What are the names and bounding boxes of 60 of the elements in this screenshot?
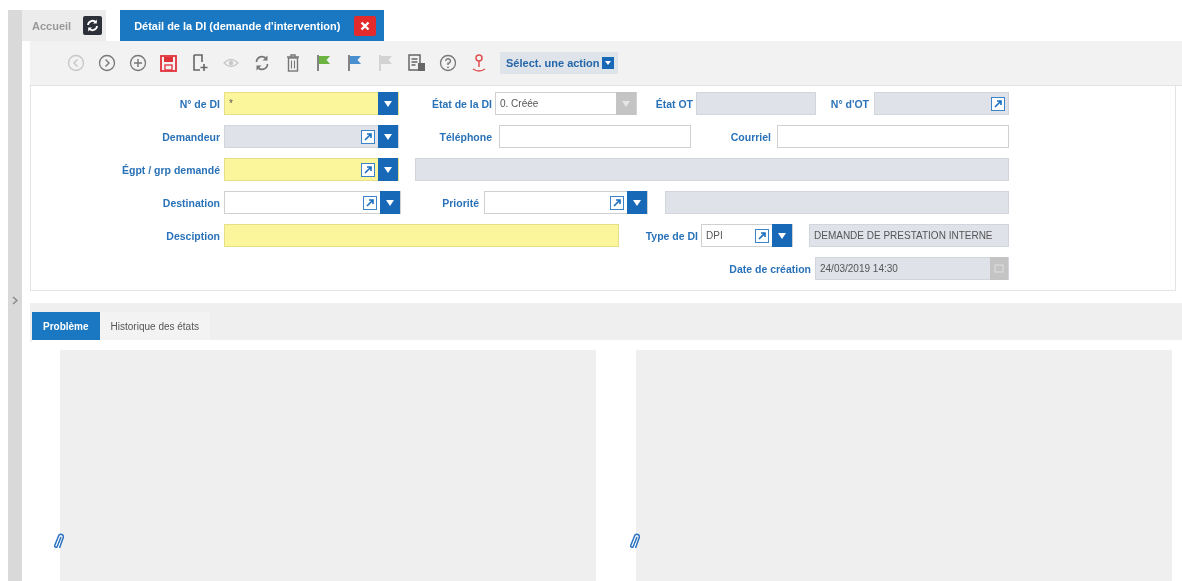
dropdown-button[interactable] bbox=[627, 191, 647, 214]
field-label: Courriel bbox=[729, 130, 771, 143]
input-field[interactable] bbox=[415, 158, 1009, 181]
paperclip-icon[interactable] bbox=[54, 533, 64, 551]
tab[interactable]: Historique des états bbox=[99, 312, 210, 340]
tab[interactable]: Problème bbox=[32, 312, 100, 340]
paperclip-icon[interactable] bbox=[630, 533, 640, 551]
save-icon[interactable] bbox=[160, 54, 177, 72]
field-label: État de la DI bbox=[430, 97, 492, 110]
input-field[interactable]: DPI bbox=[701, 224, 793, 247]
field-label: N° d'OT bbox=[829, 97, 869, 110]
field-label: Égpt / grp demandé bbox=[121, 163, 220, 176]
caret-icon bbox=[601, 57, 614, 69]
input-field[interactable] bbox=[224, 158, 399, 181]
input-field[interactable]: DEMANDE DE PRESTATION INTERNE bbox=[809, 224, 1009, 247]
help-icon[interactable] bbox=[438, 54, 457, 72]
flag-icon[interactable] bbox=[346, 54, 363, 72]
dropdown-button[interactable] bbox=[378, 158, 398, 181]
next-icon[interactable] bbox=[97, 54, 116, 72]
field-label: Téléphone bbox=[438, 130, 492, 143]
field-label: Demandeur bbox=[161, 130, 220, 143]
input-field[interactable] bbox=[665, 191, 1009, 214]
input-field[interactable] bbox=[696, 92, 816, 115]
open-link-icon[interactable] bbox=[363, 195, 377, 210]
dropdown-button[interactable] bbox=[380, 191, 400, 214]
dropdown-button[interactable] bbox=[378, 92, 398, 115]
close-icon[interactable] bbox=[354, 15, 377, 36]
input-field[interactable]: 24/03/2019 14:30 bbox=[815, 257, 1009, 280]
open-link-icon[interactable] bbox=[991, 96, 1005, 111]
field-label: Date de création bbox=[728, 262, 811, 275]
field-label: État OT bbox=[654, 97, 693, 110]
open-link-icon[interactable] bbox=[755, 228, 769, 243]
dropdown-button[interactable] bbox=[772, 224, 792, 247]
input-field[interactable]: * bbox=[224, 92, 399, 115]
input-field[interactable]: 0. Créée bbox=[495, 92, 637, 115]
add-icon[interactable] bbox=[128, 54, 147, 72]
input-field[interactable] bbox=[777, 125, 1009, 148]
flag-icon[interactable] bbox=[315, 54, 332, 72]
field-label: Desciption bbox=[165, 229, 220, 242]
document-plus-icon[interactable] bbox=[190, 54, 209, 72]
input-field[interactable] bbox=[499, 125, 691, 148]
refresh-icon[interactable] bbox=[83, 16, 103, 35]
trash-icon[interactable] bbox=[285, 54, 300, 72]
tab[interactable]: Détail de la DI (demande d'intervention) bbox=[120, 10, 385, 41]
input-field[interactable] bbox=[224, 125, 399, 148]
open-link-icon[interactable] bbox=[361, 129, 375, 144]
report-icon[interactable] bbox=[407, 54, 426, 72]
field-label: Type de DI bbox=[644, 229, 698, 242]
input-field[interactable] bbox=[224, 224, 619, 247]
field-label: Priorité bbox=[441, 196, 479, 209]
input-field[interactable] bbox=[874, 92, 1009, 115]
action-select[interactable]: Sélect. une action bbox=[500, 52, 618, 74]
input-field[interactable] bbox=[484, 191, 648, 214]
input-field[interactable] bbox=[224, 191, 401, 214]
dropdown-button[interactable] bbox=[378, 125, 398, 148]
open-link-icon[interactable] bbox=[361, 162, 375, 177]
open-link-icon[interactable] bbox=[610, 195, 624, 210]
field-label: N° de DI bbox=[178, 97, 220, 110]
person-pin-icon[interactable] bbox=[470, 53, 487, 73]
field-label: Destination bbox=[161, 196, 220, 209]
